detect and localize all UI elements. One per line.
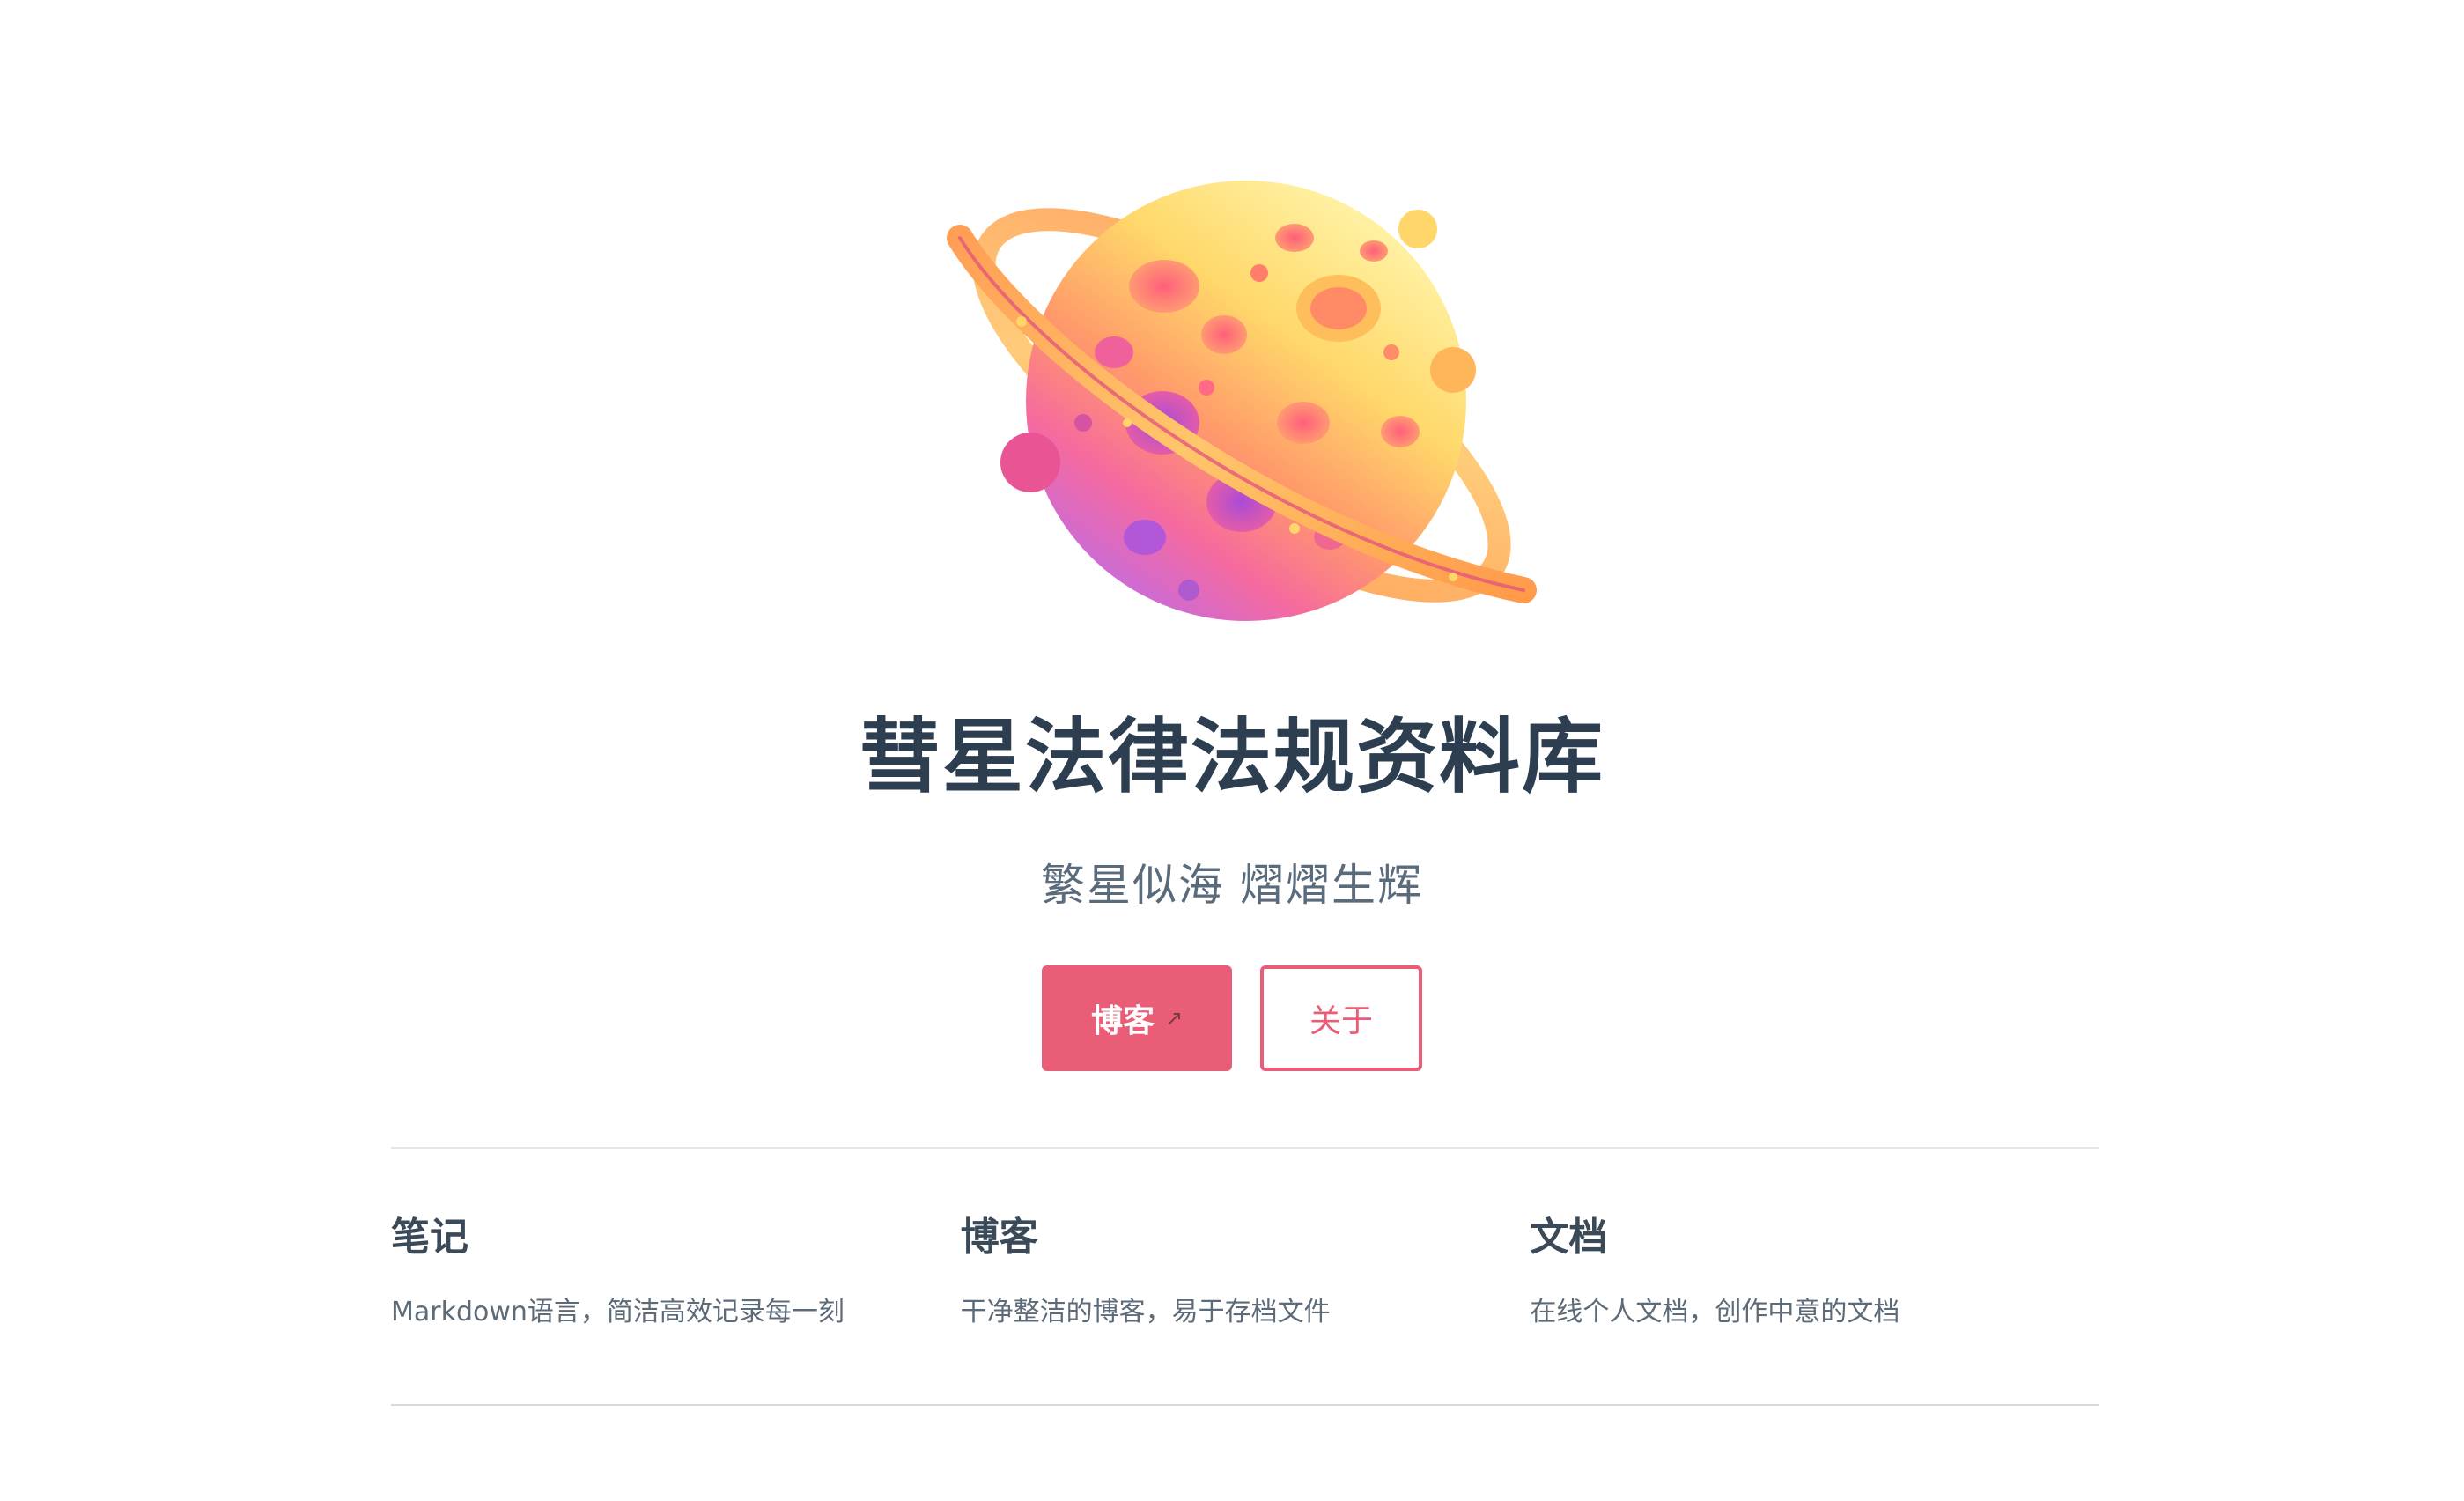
feature-details: Markdown语言，简洁高效记录每一刻 xyxy=(391,1297,845,1327)
feature-title: 文档 xyxy=(1530,1215,1608,1260)
feature-notes: 笔记 Markdown语言，简洁高效记录每一刻 xyxy=(391,1207,961,1332)
ringed-planet-illustration xyxy=(947,181,1537,621)
feature-title: 笔记 xyxy=(391,1215,468,1260)
feature-details: 在线个人文档，创作中意的文档 xyxy=(1530,1297,1900,1327)
feature-blog: 博客 干净整洁的博客，易于存档文件 xyxy=(961,1207,1531,1332)
hero-actions: 博客 ↗ 关于 xyxy=(0,965,2464,1071)
feature-docs: 文档 在线个人文档，创作中意的文档 xyxy=(1530,1207,2099,1332)
about-button-label: 关于 xyxy=(1309,1003,1373,1039)
footer-divider xyxy=(391,1404,2099,1406)
feature-details: 干净整洁的博客，易于存档文件 xyxy=(960,1297,1331,1327)
blog-button-label: 博客 xyxy=(1090,1003,1155,1039)
blog-button[interactable]: 博客 ↗ xyxy=(1042,965,1232,1071)
page-tagline: 繁星似海 熠熠生辉 xyxy=(1041,860,1423,911)
features-section: 笔记 Markdown语言，简洁高效记录每一刻 博客 干净整洁的博客，易于存档文… xyxy=(391,1207,2099,1332)
external-link-icon: ↗ xyxy=(1164,1006,1184,1031)
feature-title: 博客 xyxy=(960,1215,1038,1260)
page-title: 彗星法律法规资料库 xyxy=(859,710,1605,804)
about-button[interactable]: 关于 xyxy=(1260,965,1422,1071)
features-divider-top xyxy=(391,1147,2099,1149)
